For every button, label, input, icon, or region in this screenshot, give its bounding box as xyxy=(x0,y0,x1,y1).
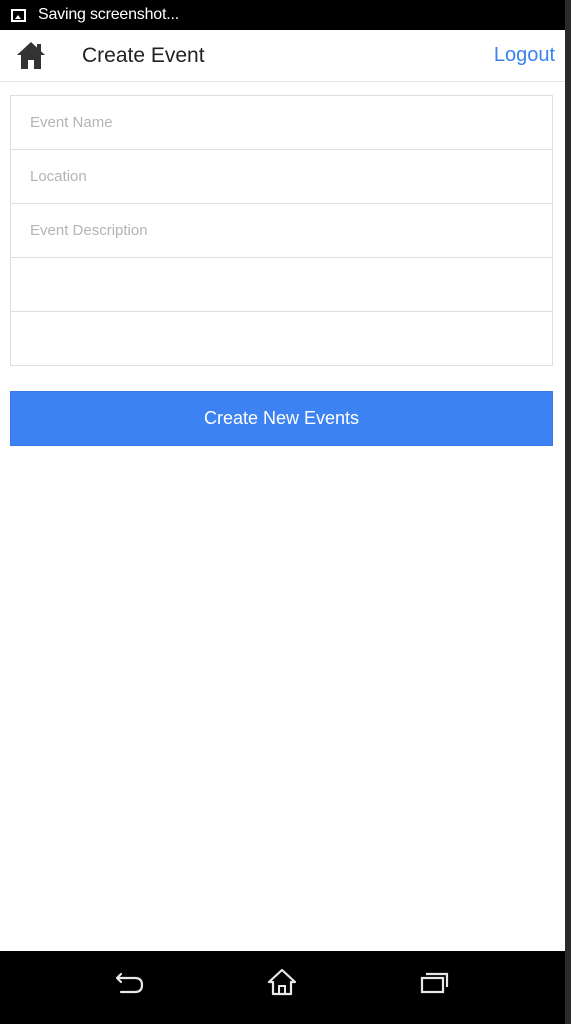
event-name-row xyxy=(11,96,552,150)
home-outline-icon xyxy=(267,968,297,996)
event-description-row xyxy=(11,204,552,258)
recents-button[interactable] xyxy=(414,965,454,999)
home-button[interactable] xyxy=(12,39,50,73)
extra-field-2-input[interactable] xyxy=(11,312,552,365)
home-icon xyxy=(17,42,45,69)
event-description-input[interactable] xyxy=(11,204,552,257)
status-text: Saving screenshot... xyxy=(38,6,179,23)
device-frame: Saving screenshot... Create Event Logout xyxy=(0,0,571,1024)
nav-home-button[interactable] xyxy=(262,965,302,999)
extra-field-2-row xyxy=(11,312,552,365)
app-screen: Create Event Logout Create New Events xyxy=(0,30,565,951)
location-input[interactable] xyxy=(11,150,552,203)
event-form xyxy=(10,95,553,366)
navigation-bar xyxy=(0,951,565,1024)
toolbar: Create Event Logout xyxy=(0,30,565,82)
recents-icon xyxy=(420,972,449,994)
logout-link[interactable]: Logout xyxy=(494,44,555,67)
event-name-input[interactable] xyxy=(11,96,552,149)
extra-field-1-input[interactable] xyxy=(11,258,552,311)
back-button[interactable] xyxy=(110,965,150,999)
page-title: Create Event xyxy=(82,44,205,67)
status-bar: Saving screenshot... xyxy=(0,0,565,30)
location-row xyxy=(11,150,552,204)
extra-field-1-row xyxy=(11,258,552,312)
image-icon xyxy=(11,8,26,22)
back-icon xyxy=(115,972,144,994)
device-edge xyxy=(565,0,571,1024)
create-new-events-button[interactable]: Create New Events xyxy=(10,391,553,446)
